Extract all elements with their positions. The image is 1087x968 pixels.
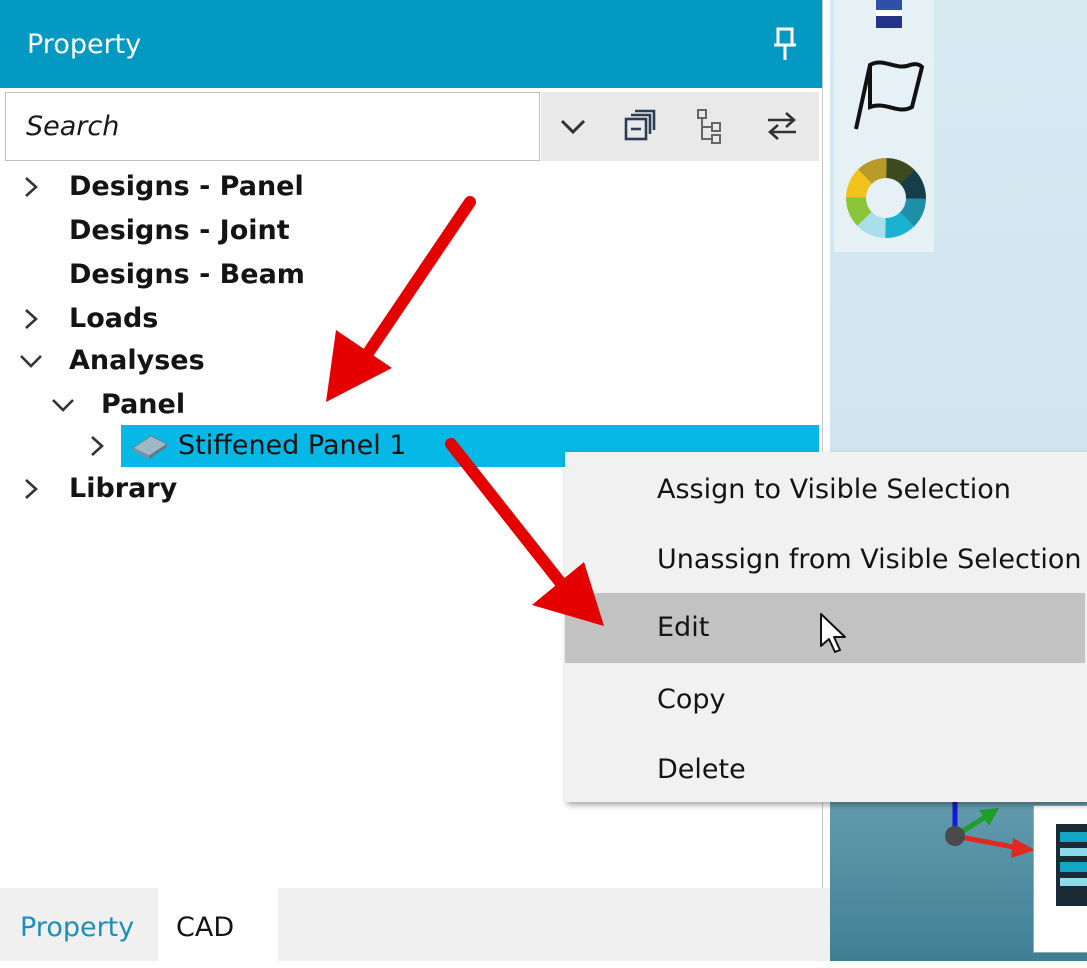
search-box [5, 92, 540, 161]
search-input[interactable] [6, 93, 539, 160]
axis-triad-icon [945, 802, 1035, 858]
layers-icon[interactable] [874, 0, 904, 30]
tree-item-label: Stiffened Panel 1 [178, 430, 407, 461]
tree-item-label: Loads [69, 303, 159, 334]
tree-item-designs-beam[interactable]: Designs - Beam [0, 253, 822, 297]
tree-item-library[interactable]: Library [0, 467, 560, 511]
tree-item-label: Designs - Panel [69, 171, 304, 202]
chevron-right-icon[interactable] [20, 176, 42, 198]
pin-icon[interactable] [770, 26, 800, 62]
tree-item-loads[interactable]: Loads [0, 297, 822, 341]
chevron-right-icon[interactable] [86, 435, 108, 457]
menu-item-assign-to-visible-selection[interactable]: Assign to Visible Selection [565, 455, 1085, 525]
tab-property[interactable]: Property [0, 888, 158, 961]
tab-cad[interactable]: CAD [158, 888, 278, 961]
tree-item-designs-joint[interactable]: Designs - Joint [0, 209, 822, 253]
panel-tab-bar: Property CAD [0, 888, 830, 961]
tree-item-panel[interactable]: Panel [0, 383, 822, 427]
tree-item-designs-panel[interactable]: Designs - Panel [0, 165, 822, 209]
tree-item-label: Panel [101, 389, 186, 420]
color-wheel-icon[interactable] [844, 156, 928, 240]
viewport-toolbar [834, 0, 934, 252]
tree-view-icon[interactable] [690, 106, 730, 146]
tree-item-label: Analyses [69, 345, 205, 376]
panel-header: Property [0, 0, 822, 88]
panel-title: Property [27, 29, 142, 60]
flag-icon[interactable] [848, 55, 928, 135]
mouse-cursor-icon [820, 613, 846, 653]
chevron-right-icon[interactable] [20, 478, 42, 500]
tree-item-label: Library [69, 473, 178, 504]
menu-item-unassign-from-visible-selection[interactable]: Unassign from Visible Selection [565, 525, 1085, 595]
swap-icon[interactable] [762, 106, 802, 146]
tree-item-label: Designs - Joint [69, 215, 290, 246]
chevron-right-icon[interactable] [20, 308, 42, 330]
color-scale-icon [1056, 824, 1087, 906]
menu-item-copy[interactable]: Copy [565, 665, 1085, 735]
panel-toolbar [541, 92, 819, 161]
collapse-all-icon[interactable] [620, 106, 660, 146]
panel-shape-icon [132, 435, 168, 459]
legend-panel [1033, 805, 1087, 953]
chevron-down-icon[interactable] [20, 350, 42, 372]
tree-item-label: Designs - Beam [69, 259, 305, 290]
menu-item-delete[interactable]: Delete [565, 735, 1085, 805]
tree-item-analyses[interactable]: Analyses [0, 339, 822, 383]
chevron-down-icon[interactable] [553, 106, 593, 146]
chevron-down-icon[interactable] [52, 394, 74, 416]
